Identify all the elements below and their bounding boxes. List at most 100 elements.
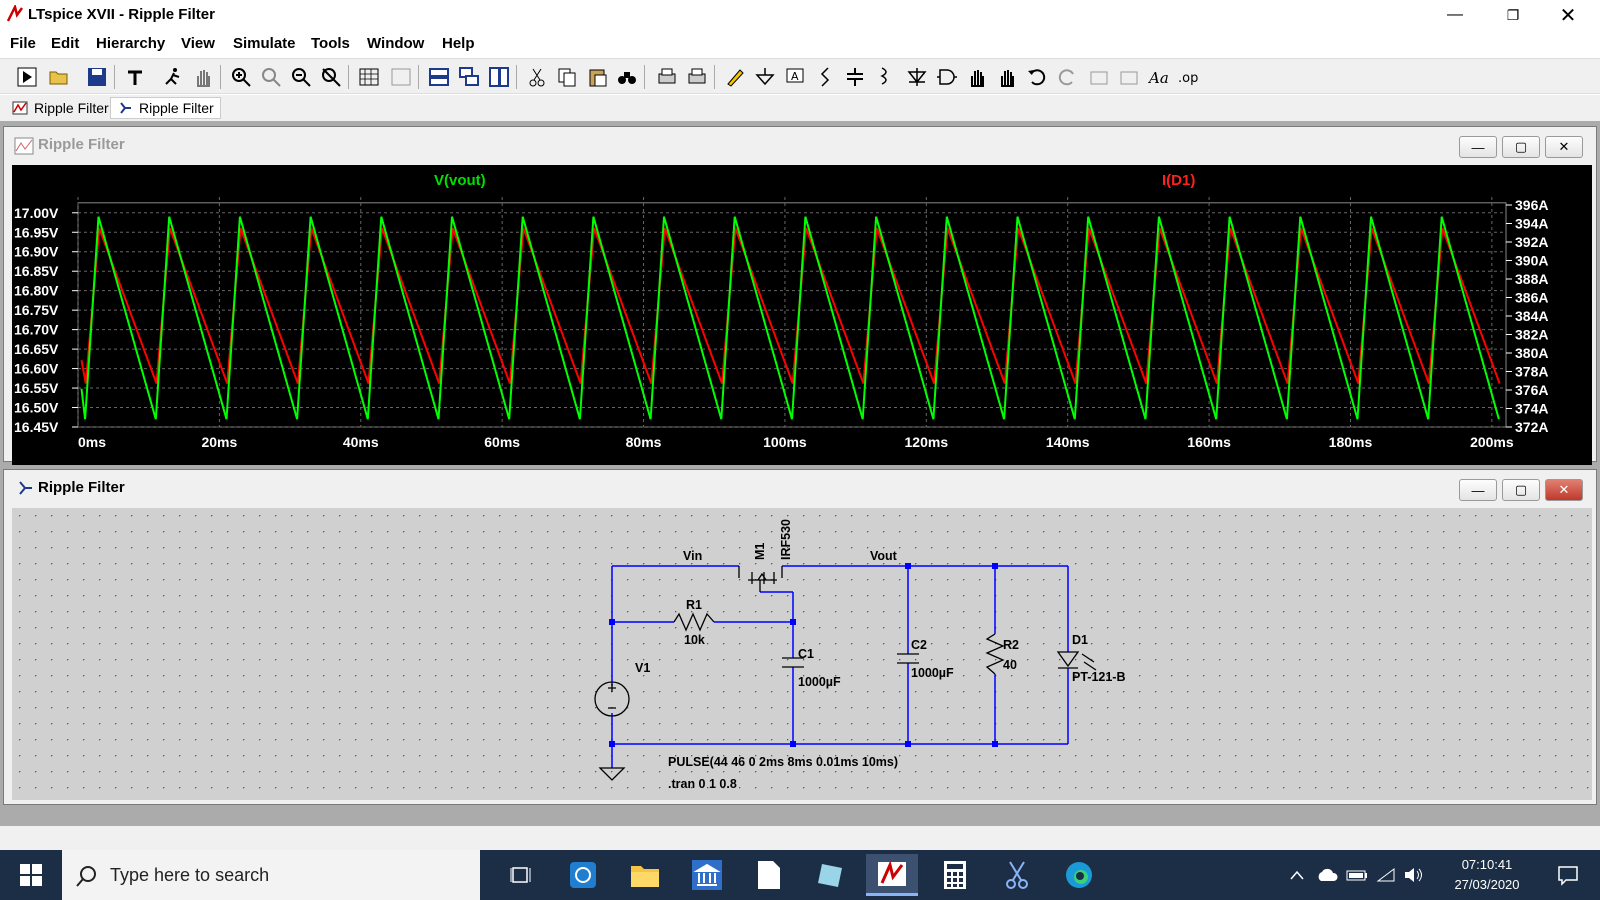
schematic-maximize-button[interactable]: ▢ (1502, 479, 1540, 501)
m1-model-label[interactable]: IRF530 (779, 519, 793, 560)
task-view-button[interactable] (498, 858, 544, 892)
diode-button[interactable] (904, 64, 930, 90)
waveform-close-button[interactable]: ✕ (1545, 136, 1583, 158)
component-button[interactable] (934, 64, 960, 90)
menu-file[interactable]: File (10, 35, 36, 52)
d1-model[interactable]: PT-121-B (1072, 670, 1126, 684)
taskbar-app-snipping-tool[interactable] (994, 858, 1040, 892)
onedrive-tray[interactable] (1315, 858, 1339, 892)
spice-directive[interactable]: .tran 0 1 0.8 (668, 777, 737, 791)
schematic-drawing[interactable]: Vin Vout M1 IRF530 R1 10k C1 1000µF C2 1… (12, 508, 1592, 800)
net-label-vin[interactable]: Vin (683, 549, 702, 563)
drag-button[interactable] (994, 64, 1020, 90)
rotate-button[interactable] (1086, 64, 1112, 90)
undo-button[interactable] (1024, 64, 1050, 90)
menu-help[interactable]: Help (442, 35, 475, 52)
zoom-out-button[interactable] (288, 64, 314, 90)
d1-label[interactable]: D1 (1072, 633, 1088, 647)
print-setup-button[interactable] (684, 64, 710, 90)
waveform-maximize-button[interactable]: ▢ (1502, 136, 1540, 158)
r2-label[interactable]: R2 (1003, 638, 1019, 652)
taskbar-app-document[interactable] (746, 858, 792, 892)
r1-value[interactable]: 10k (684, 633, 705, 647)
show-hidden-icons-button[interactable] (1285, 858, 1309, 892)
cut-button[interactable] (524, 64, 550, 90)
taskbar-search-box[interactable]: Type here to search (62, 850, 480, 900)
taskbar-app-notes[interactable] (808, 858, 854, 892)
ground-button[interactable] (752, 64, 778, 90)
menu-simulate[interactable]: Simulate (233, 35, 296, 52)
tile-vertical-button[interactable] (486, 64, 512, 90)
find-button[interactable] (614, 64, 640, 90)
capacitor-button[interactable] (842, 64, 868, 90)
search-icon (76, 866, 96, 887)
wire-button[interactable] (722, 64, 748, 90)
notifications-button[interactable] (1545, 858, 1591, 892)
mirror-button[interactable] (1116, 64, 1142, 90)
control-panel-button[interactable] (122, 64, 148, 90)
schematic-close-button[interactable]: ✕ (1545, 479, 1583, 501)
menu-hierarchy[interactable]: Hierarchy (96, 35, 165, 52)
copy-button[interactable] (554, 64, 580, 90)
open-button[interactable] (46, 64, 72, 90)
taskbar-app-bank[interactable] (684, 858, 730, 892)
resistor-button[interactable] (812, 64, 838, 90)
trace-label-v-vout[interactable]: V(vout) (434, 172, 486, 189)
menu-view[interactable]: View (181, 35, 215, 52)
menu-tools[interactable]: Tools (311, 35, 350, 52)
waveform-minimize-button[interactable]: — (1459, 136, 1497, 158)
text-button[interactable]: Aa (1146, 64, 1172, 90)
wifi-tray[interactable] (1374, 858, 1398, 892)
restore-button[interactable]: ❐ (1490, 0, 1536, 30)
net-label-vout[interactable]: Vout (870, 549, 898, 563)
c1-label[interactable]: C1 (798, 647, 814, 661)
tile-horizontal-button[interactable] (426, 64, 452, 90)
waveform-chart[interactable]: 0ms 20ms 40ms 60ms 80ms 100ms 120ms 140ms 160ms 1… (12, 165, 1592, 465)
v1-value[interactable]: PULSE(44 46 0 2ms 8ms 0.01ms 10ms) (668, 755, 898, 769)
taskbar-time[interactable]: 07:10:41 (1442, 857, 1532, 872)
m1-label[interactable]: M1 (753, 543, 767, 560)
move-button[interactable] (964, 64, 990, 90)
redo-button[interactable] (1054, 64, 1080, 90)
tab-schematic[interactable]: Ripple Filter (110, 97, 221, 119)
inductor-button[interactable] (872, 64, 898, 90)
c1-value[interactable]: 1000µF (798, 675, 841, 689)
tab-waveform[interactable]: Ripple Filter (6, 97, 115, 119)
menu-edit[interactable]: Edit (51, 35, 79, 52)
cascade-button[interactable] (456, 64, 482, 90)
volume-tray[interactable] (1402, 858, 1426, 892)
taskbar-app-ltspice[interactable] (866, 854, 918, 896)
v1-label[interactable]: V1 (635, 661, 650, 675)
c2-value[interactable]: 1000µF (911, 666, 954, 680)
pan-button[interactable] (190, 64, 216, 90)
c2-label[interactable]: C2 (911, 638, 927, 652)
paste-button[interactable] (584, 64, 610, 90)
minimize-button[interactable]: — (1432, 0, 1478, 30)
zoom-fit-button[interactable] (258, 64, 284, 90)
taskbar-app-edge[interactable] (1056, 858, 1102, 892)
save-button[interactable] (84, 64, 110, 90)
trace-label-i-d1[interactable]: I(D1) (1162, 172, 1195, 189)
print-button[interactable] (654, 64, 680, 90)
schematic-canvas[interactable]: Vin Vout M1 IRF530 R1 10k C1 1000µF C2 1… (12, 508, 1592, 800)
start-button[interactable] (8, 858, 54, 892)
taskbar-app-calculator[interactable] (932, 858, 978, 892)
r1-label[interactable]: R1 (686, 598, 702, 612)
run-button[interactable] (14, 64, 40, 90)
taskbar-date[interactable]: 27/03/2020 (1442, 877, 1532, 892)
label-net-button[interactable]: A (782, 64, 808, 90)
add-trace-button[interactable] (388, 64, 414, 90)
battery-tray[interactable] (1345, 858, 1369, 892)
waveform-plot[interactable]: 0ms 20ms 40ms 60ms 80ms 100ms 120ms 140ms 160ms 1… (12, 165, 1592, 465)
autorange-button[interactable] (356, 64, 382, 90)
taskbar-app-sync[interactable] (560, 858, 606, 892)
zoom-in-button[interactable] (228, 64, 254, 90)
r2-value[interactable]: 40 (1003, 658, 1017, 672)
menu-window[interactable]: Window (367, 35, 424, 52)
zoom-cancel-button[interactable] (318, 64, 344, 90)
spice-directive-button[interactable]: .op (1176, 64, 1202, 90)
run-halt-button[interactable] (160, 64, 186, 90)
schematic-minimize-button[interactable]: — (1459, 479, 1497, 501)
close-button[interactable]: ✕ (1545, 0, 1591, 30)
taskbar-app-file-explorer[interactable] (622, 858, 668, 892)
